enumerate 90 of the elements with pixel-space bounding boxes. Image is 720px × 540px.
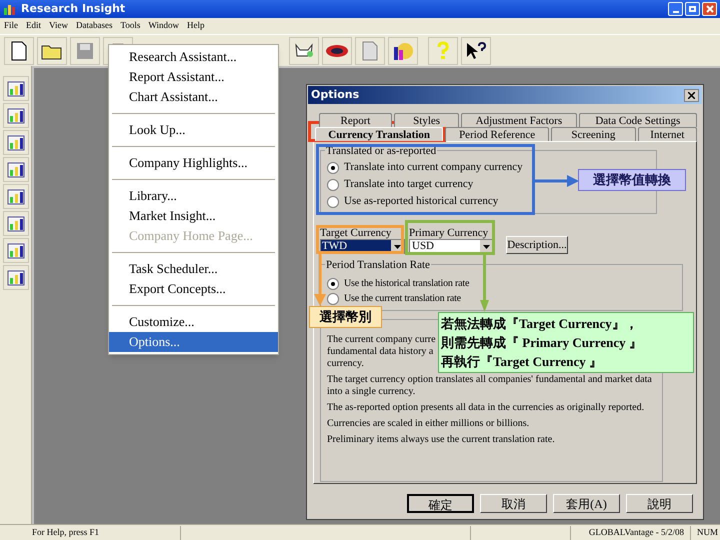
dialog-title: Options <box>311 86 360 103</box>
tab[interactable]: Report <box>319 113 392 127</box>
menu-item[interactable]: Chart Assistant... <box>109 87 278 107</box>
description-button[interactable]: Description... <box>506 236 568 254</box>
radio-button[interactable] <box>327 162 339 174</box>
callout-text: 則需先轉成『 Primary Currency 』 <box>441 334 643 352</box>
menu-bar-item[interactable]: Tools <box>120 19 140 33</box>
dialog-button[interactable]: 說明 <box>626 494 693 513</box>
menu-item[interactable]: Export Concepts... <box>109 279 278 299</box>
menu-bar-item[interactable]: File <box>4 19 18 33</box>
toolbar-button[interactable] <box>388 36 418 64</box>
open-folder-button[interactable] <box>37 36 67 64</box>
menu-bar-item[interactable]: Databases <box>76 19 112 33</box>
status-text: GLOBALVantage - 5/2/08 <box>570 526 690 540</box>
menu-bar-item[interactable]: Edit <box>26 19 42 33</box>
restore-button[interactable] <box>685 2 700 16</box>
sidebar-tool-button[interactable] <box>2 76 28 101</box>
sidebar-tool-button[interactable] <box>2 184 28 209</box>
radio-button[interactable] <box>327 196 339 208</box>
field-label: Target Currency <box>320 227 392 239</box>
radio-button[interactable] <box>327 292 339 304</box>
document-icon <box>362 40 378 60</box>
status-text: For Help, press F1 <box>31 526 100 539</box>
radio-label[interactable]: Use the current translation rate <box>344 291 461 306</box>
arrow <box>480 255 489 312</box>
menu-item[interactable]: Research Assistant... <box>109 47 278 67</box>
close-icon <box>688 92 695 98</box>
description-text: fundamental data history a <box>327 346 434 358</box>
toolbar-button[interactable] <box>322 36 352 64</box>
tab[interactable]: Data Code Settings <box>578 113 697 127</box>
sidebar-tool-button[interactable] <box>2 157 28 182</box>
new-file-button[interactable] <box>4 36 34 64</box>
tab[interactable]: Screening <box>550 127 636 141</box>
description-text: Currencies are scaled in either millions or billions. <box>327 418 530 430</box>
menu-item[interactable]: Customize... <box>109 312 278 332</box>
callout-text: 若無法轉成『Target Currency』， <box>441 315 639 333</box>
app-icon <box>3 3 17 15</box>
menu-bar-item[interactable]: Help <box>186 19 204 33</box>
menu-item[interactable]: Report Assistant... <box>109 67 278 87</box>
tab[interactable]: Adjustment Factors <box>461 113 577 127</box>
window-title: Research Insight <box>21 0 126 17</box>
context-help-button[interactable] <box>461 36 491 64</box>
bar-chart-icon <box>6 240 26 260</box>
close-icon <box>706 5 714 13</box>
sidebar-tool-button[interactable] <box>2 103 28 128</box>
description-text: currency. <box>327 358 364 370</box>
radio-button[interactable] <box>327 178 339 190</box>
callout-text: 再執行『Target Currency 』 <box>441 353 604 371</box>
dialog-button[interactable]: 套用(A) <box>553 494 620 513</box>
menu-item[interactable]: Look Up... <box>109 120 278 140</box>
description-text: The current company curre <box>327 334 436 346</box>
sidebar-tool-button[interactable] <box>2 238 28 263</box>
pointer-question-icon <box>465 40 487 60</box>
tab[interactable]: Currency Translation <box>315 127 444 141</box>
tab[interactable]: Internet <box>638 127 697 141</box>
blank-page-icon <box>11 40 27 60</box>
menu-bar-item[interactable]: View <box>49 19 68 33</box>
arrow <box>314 254 326 306</box>
description-text: The as-reported option presents all data in the currencies as originally reported. <box>327 402 646 414</box>
close-button[interactable] <box>684 88 699 102</box>
menu-item[interactable]: Library... <box>109 186 278 206</box>
radio-label[interactable]: Use as-reported historical currency <box>344 193 498 210</box>
logo-icon <box>325 44 349 58</box>
question-mark-icon <box>436 40 450 60</box>
minimize-button[interactable] <box>668 2 683 16</box>
menu-item[interactable]: Market Insight... <box>109 206 278 226</box>
sidebar-tool-button[interactable] <box>2 130 28 155</box>
dialog-button[interactable]: 取消 <box>480 494 547 513</box>
description-text: Preliminary items always use the current translation rate. <box>327 434 556 446</box>
callout-label: 選擇幣值轉換 <box>578 169 686 191</box>
description-text: The target currency option translates all companies' fundamental and market data into a single currency. <box>327 374 653 398</box>
radio-label[interactable]: Translate into current company currency <box>344 159 523 176</box>
sidebar-tool-button[interactable] <box>2 265 28 290</box>
menu-item[interactable]: Company Highlights... <box>109 153 278 173</box>
field-label: Primary Currency <box>409 227 490 239</box>
radio-label[interactable]: Translate into target currency <box>344 176 474 193</box>
sidebar-tool-button[interactable] <box>2 211 28 236</box>
radio-button[interactable] <box>327 278 339 290</box>
menu-item[interactable]: Task Scheduler... <box>109 259 278 279</box>
tab[interactable]: Period Reference <box>445 127 549 141</box>
toolbar-button[interactable] <box>289 36 319 64</box>
radio-label[interactable]: Use the historical translation rate <box>344 276 470 291</box>
dialog-button[interactable]: 確定 <box>407 494 474 513</box>
status-text: NUM <box>690 526 720 540</box>
menu-item[interactable]: Options... <box>109 332 278 352</box>
chart-disk-icon <box>392 40 414 60</box>
tab[interactable]: Styles <box>394 113 460 127</box>
callout-label: 選擇幣別 <box>309 306 382 328</box>
menu-bar-item[interactable]: Window <box>148 19 179 33</box>
arrow <box>535 174 579 188</box>
